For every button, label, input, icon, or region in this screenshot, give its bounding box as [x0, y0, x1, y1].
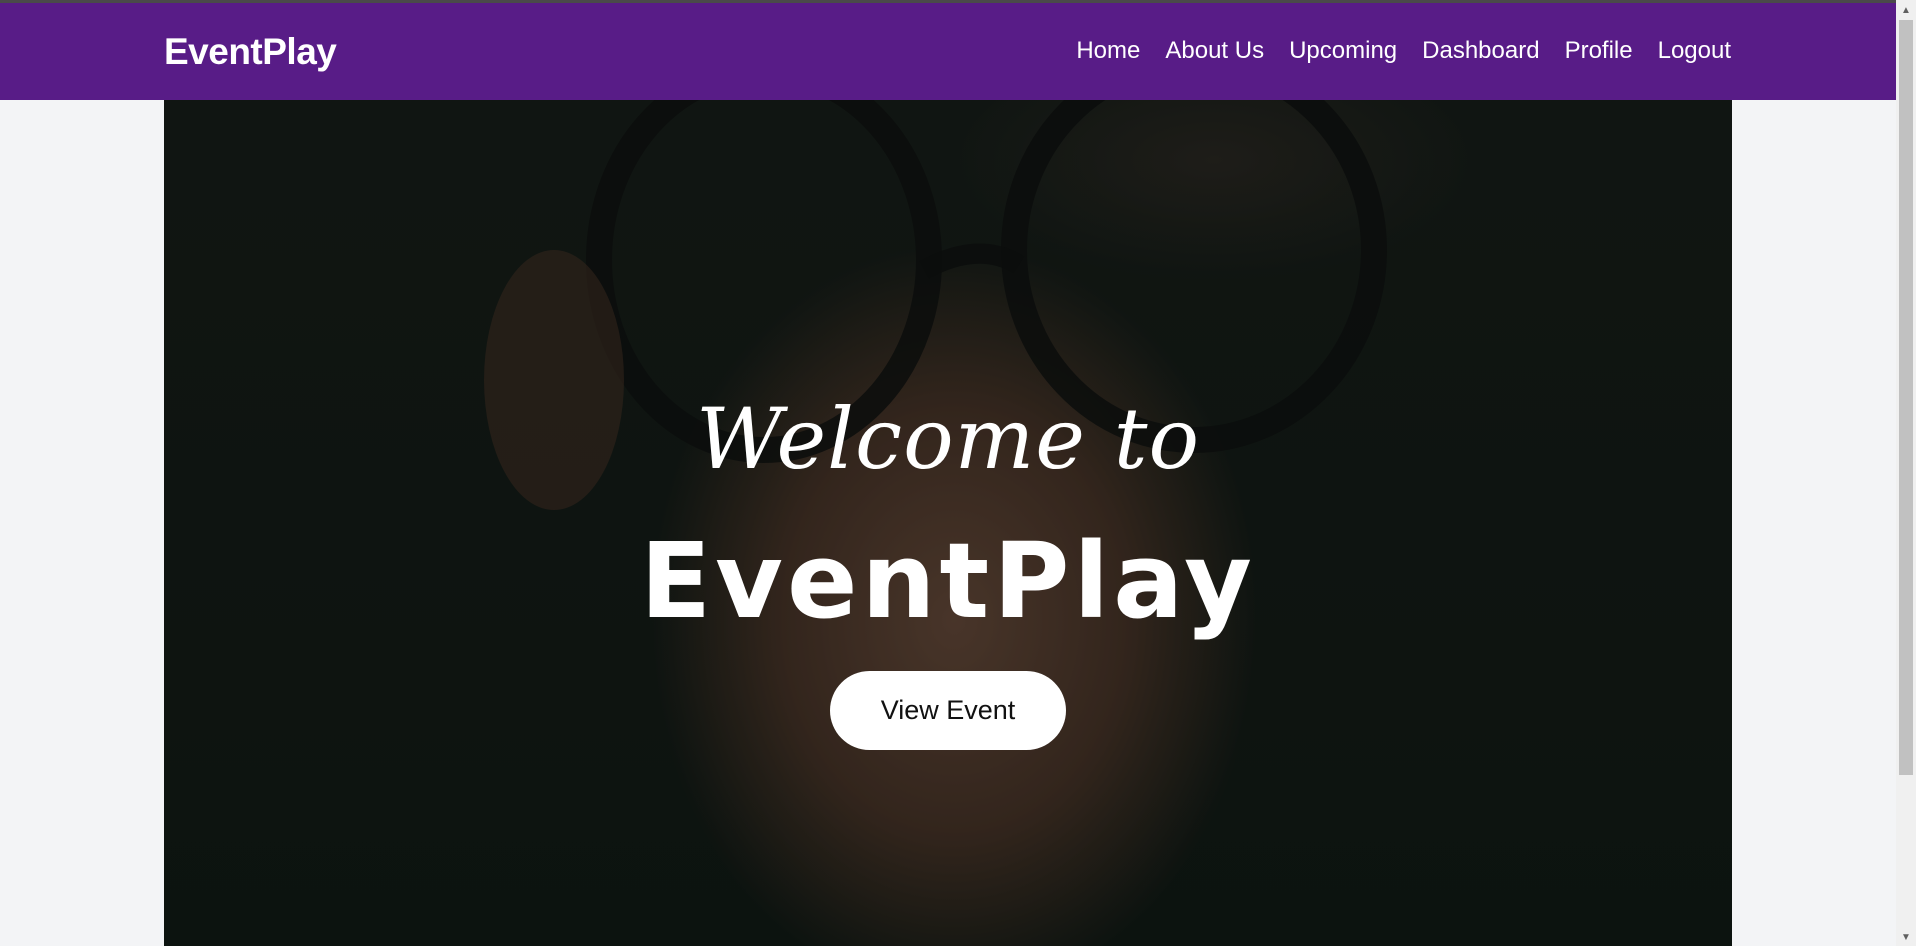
brand-logo[interactable]: EventPlay [164, 31, 337, 73]
vertical-scrollbar[interactable]: ▲ ▼ [1896, 0, 1916, 946]
nav-link-home[interactable]: Home [1076, 37, 1140, 65]
nav-link-dashboard[interactable]: Dashboard [1422, 37, 1539, 65]
hero-banner: Welcome to EventPlay View Event [164, 100, 1732, 946]
hero-content: Welcome to EventPlay View Event [164, 100, 1732, 946]
nav-link-upcoming[interactable]: Upcoming [1289, 37, 1397, 65]
nav-link-about-us[interactable]: About Us [1165, 37, 1264, 65]
scrollbar-thumb[interactable] [1899, 20, 1913, 775]
scroll-down-arrow-icon[interactable]: ▼ [1896, 929, 1916, 946]
hero-welcome-text: Welcome to [695, 390, 1201, 488]
scroll-up-arrow-icon[interactable]: ▲ [1896, 2, 1916, 19]
hero-title: EventPlay [640, 520, 1256, 642]
nav-link-profile[interactable]: Profile [1565, 37, 1633, 65]
navbar: EventPlay Home About Us Upcoming Dashboa… [0, 3, 1896, 100]
nav-links: Home About Us Upcoming Dashboard Profile… [1076, 37, 1731, 65]
view-event-button[interactable]: View Event [830, 671, 1066, 750]
nav-link-logout[interactable]: Logout [1658, 37, 1731, 65]
